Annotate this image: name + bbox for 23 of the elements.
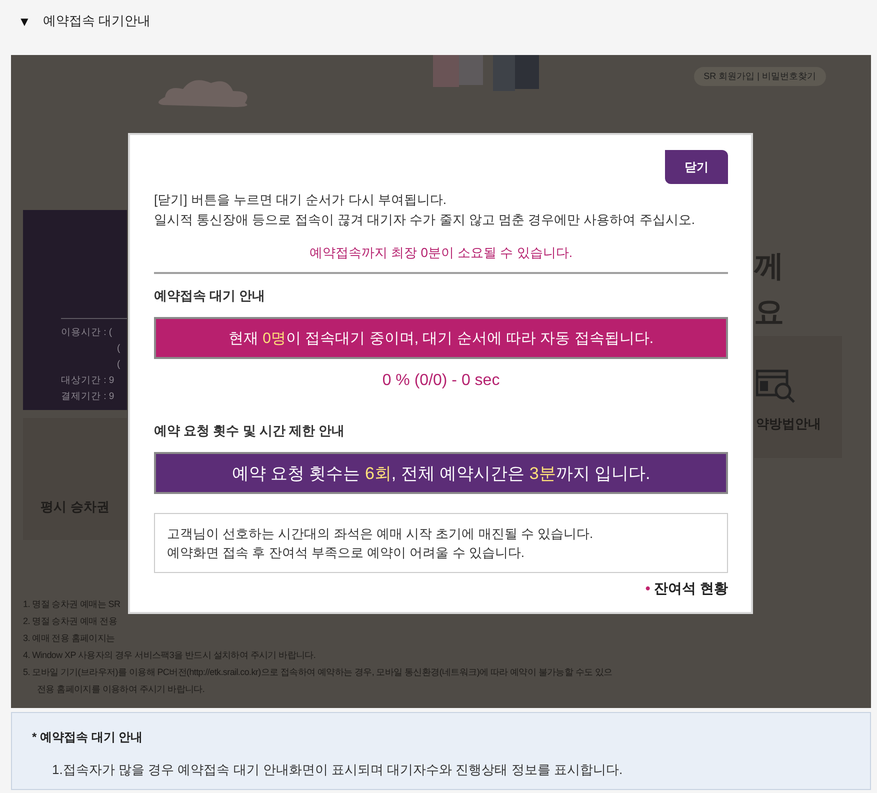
- limit-banner: 예약 요청 횟수는 6회, 전체 예약시간은 3분까지 입니다.: [154, 452, 728, 494]
- queue-progress-text: 0 % (0/0) - 0 sec: [381, 372, 501, 390]
- notice-text: 예약화면 접속 후 잔여석 부족으로 예약이 어려울 수 있습니다.: [167, 544, 526, 562]
- info-card-line: 대상기간 : 9: [61, 374, 114, 388]
- info-panel-text: 1.접속자가 많을 경우 예약접속 대기 안내화면이 표시되며 대기자수와 진행상태 정보를 표시합니다.: [51, 761, 624, 779]
- limit-section-title: 예약 요청 횟수 및 시간 제한 안내: [154, 422, 346, 440]
- remaining-seats-link[interactable]: • 잔여석 현황: [645, 580, 728, 598]
- info-card-line: (: [116, 358, 120, 372]
- info-card-line: (: [116, 342, 120, 356]
- notice-text: 고객님이 선호하는 시간대의 좌석은 예매 시작 초기에 매진될 수 있습니다.: [167, 525, 594, 543]
- section-title: 예약접속 대기안내: [42, 12, 150, 30]
- close-button[interactable]: 닫기: [665, 150, 728, 184]
- calendar-search-icon: [756, 367, 796, 403]
- queue-banner: 현재 0명 이 접속대기 중이며, 대기 순서에 따라 자동 접속됩니다.: [154, 317, 728, 359]
- queue-section-title: 예약접속 대기 안내: [154, 287, 266, 305]
- intro-text: 일시적 통신장애 등으로 접속이 끊겨 대기자 수가 줄지 않고 멈춘 경우에만 사용하여 주십시오.: [154, 211, 696, 229]
- collapse-arrow-icon: ▼: [18, 14, 31, 28]
- info-card-line: 이용시간 : (: [61, 326, 112, 340]
- section-header[interactable]: ▼ 예약접속 대기안내: [0, 0, 877, 42]
- info-card-line: 결제기간 : 9: [61, 390, 114, 404]
- info-panel-title: * 예약접속 대기 안내: [32, 729, 144, 746]
- wait-time-text: 예약접속까지 최장 0분이 소요될 수 있습니다.: [308, 244, 574, 262]
- intro-text: [닫기] 버튼을 누르면 대기 순서가 다시 부여됩니다.: [154, 191, 448, 209]
